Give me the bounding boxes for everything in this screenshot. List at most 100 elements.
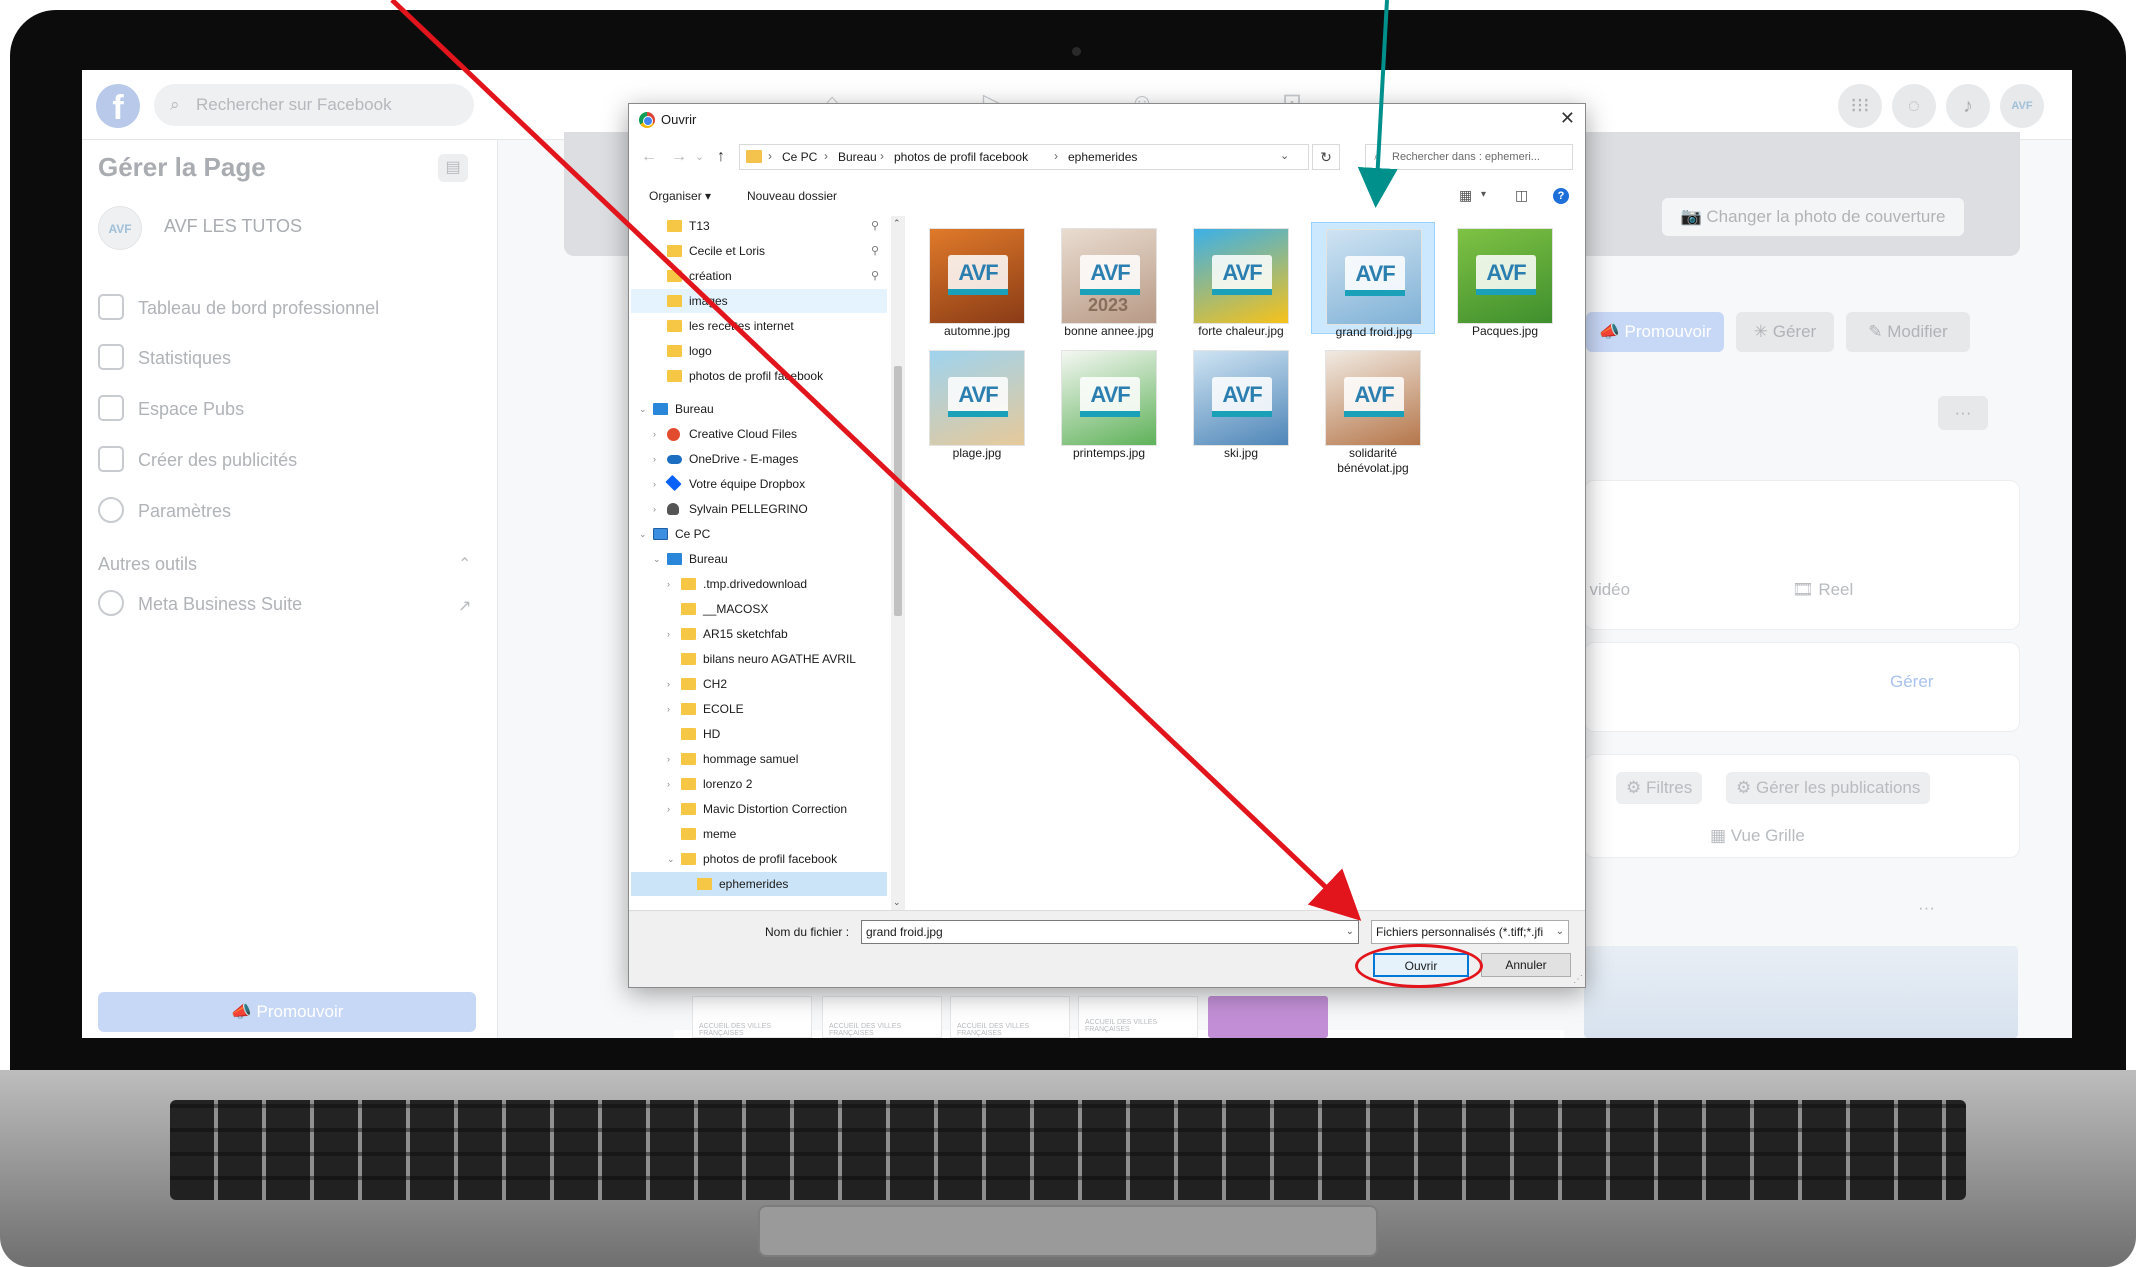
chevron-right-icon[interactable]: ›	[653, 497, 656, 521]
scroll-up-icon[interactable]: ⌃	[893, 218, 901, 229]
chevron-right-icon[interactable]: ›	[653, 422, 656, 446]
tree-item[interactable]: › .tmp.drivedownload	[631, 572, 887, 596]
file-item[interactable]: AVF Pacques.jpg	[1443, 222, 1567, 338]
tree-item[interactable]: › AR15 sketchfab	[631, 622, 887, 646]
file-item[interactable]: AVF automne.jpg	[915, 222, 1039, 338]
filters-button[interactable]: ⚙ Filtres	[1616, 772, 1703, 804]
help-icon[interactable]: ?	[1553, 188, 1569, 204]
tree-item[interactable]: › Mavic Distortion Correction	[631, 797, 887, 821]
gallery-thumb[interactable]: ACCUEIL DES VILLES FRANÇAISES	[692, 996, 812, 1038]
chevron-down-icon[interactable]: ⌄	[653, 547, 661, 571]
chevron-down-icon[interactable]: ⌄	[639, 522, 647, 546]
manage-link[interactable]: Gérer	[1890, 672, 1933, 692]
view-mode-icon[interactable]: ▦	[1459, 187, 1472, 204]
address-bar[interactable]: › Ce PC › Bureau › photos de profil face…	[739, 144, 1309, 170]
chevron-right-icon[interactable]: ›	[667, 797, 670, 821]
chevron-right-icon[interactable]: ›	[667, 747, 670, 771]
chevron-right-icon[interactable]: ›	[653, 472, 656, 496]
messenger-icon[interactable]: ◌	[1892, 84, 1936, 128]
sidebar-promote-button[interactable]: 📣 Promouvoir	[98, 992, 476, 1032]
forward-arrow-icon[interactable]: →	[671, 148, 687, 166]
promote-button[interactable]: 📣 Promouvoir	[1586, 312, 1724, 352]
up-arrow-icon[interactable]: ↑	[717, 148, 725, 166]
sidebar-item-settings[interactable]: Paramètres	[98, 491, 478, 531]
tree-item[interactable]: logo	[631, 339, 887, 363]
tree-item[interactable]: photos de profil facebook	[631, 364, 887, 388]
recent-dropdown-icon[interactable]: ⌄	[695, 150, 704, 163]
reel-button[interactable]: 🎞 Reel	[1792, 580, 1853, 600]
tree-item[interactable]: › hommage samuel	[631, 747, 887, 771]
tree-scrollbar[interactable]: ⌃ ⌄	[891, 216, 905, 910]
tree-item[interactable]: les recettes internet	[631, 314, 887, 338]
notifications-icon[interactable]: ♪	[1946, 84, 1990, 128]
grid-view-tab[interactable]: ▦ Vue Grille	[1710, 826, 1805, 846]
gallery-thumb[interactable]: ACCUEIL DES VILLES FRANÇAISES	[822, 996, 942, 1038]
sidebar-item-meta-business-suite[interactable]: Meta Business Suite	[98, 584, 478, 624]
breadcrumb-ephemerides[interactable]: ephemerides	[1068, 150, 1137, 164]
sidebar-item-create-ads[interactable]: Créer des publicités	[98, 440, 478, 480]
tree-item[interactable]: › lorenzo 2	[631, 772, 887, 796]
chevron-right-icon[interactable]: ›	[653, 447, 656, 471]
tree-item[interactable]: ⌄ photos de profil facebook	[631, 847, 887, 871]
gallery-thumb[interactable]	[1208, 996, 1328, 1038]
chevron-down-icon[interactable]: ⌄	[639, 397, 647, 421]
facebook-search-input[interactable]: ⌕ Rechercher sur Facebook	[154, 84, 474, 126]
edit-button[interactable]: ✎ Modifier	[1846, 312, 1970, 352]
file-item[interactable]: AVF printemps.jpg	[1047, 344, 1171, 460]
breadcrumb-this-pc[interactable]: Ce PC	[782, 150, 817, 164]
tree-item[interactable]: création ⚲	[631, 264, 887, 288]
file-item[interactable]: AVF plage.jpg	[915, 344, 1039, 460]
breadcrumb-bureau[interactable]: Bureau	[838, 150, 877, 164]
post-more-icon[interactable]: ···	[1918, 898, 1935, 918]
more-options-button[interactable]: ···	[1938, 396, 1988, 430]
chevron-right-icon[interactable]: ›	[667, 772, 670, 796]
manage-posts-button[interactable]: ⚙ Gérer les publications	[1726, 772, 1931, 804]
chevron-up-icon[interactable]: ⌃	[458, 554, 471, 574]
menu-grid-icon[interactable]: ⁝⁝⁝	[1838, 84, 1882, 128]
folder-search-input[interactable]: ⌕ Rechercher dans : ephemeri...	[1365, 144, 1573, 170]
close-icon[interactable]: ✕	[1560, 108, 1575, 129]
gallery-thumb[interactable]: ACCUEIL DES VILLES FRANÇAISES	[950, 996, 1070, 1038]
file-item[interactable]: AVF forte chaleur.jpg	[1179, 222, 1303, 338]
file-item[interactable]: AVF 2023 bonne annee.jpg	[1047, 222, 1171, 338]
tree-item[interactable]: › Creative Cloud Files	[631, 422, 887, 446]
cancel-button[interactable]: Annuler	[1481, 953, 1571, 977]
tree-item[interactable]: images	[631, 289, 887, 313]
new-folder-button[interactable]: Nouveau dossier	[747, 189, 837, 203]
tree-item[interactable]: HD	[631, 722, 887, 746]
tree-item[interactable]: ⌄ Ce PC	[631, 522, 887, 546]
tree-item[interactable]: ⌄ Bureau	[631, 547, 887, 571]
view-dropdown-icon[interactable]: ▾	[1481, 189, 1486, 200]
sidebar-item-dashboard[interactable]: Tableau de bord professionnel	[98, 288, 478, 328]
tree-item[interactable]: __MACOSX	[631, 597, 887, 621]
manage-button[interactable]: ✳ Gérer	[1736, 312, 1834, 352]
chevron-down-icon[interactable]: ⌄	[667, 847, 675, 871]
tree-item[interactable]: ⌄ Bureau	[631, 397, 887, 421]
sidebar-item-statistics[interactable]: Statistiques	[98, 338, 478, 378]
filetype-select[interactable]: Fichiers personnalisés (*.tiff;*.jfi ⌄	[1371, 920, 1569, 944]
tree-item[interactable]: ephemerides	[631, 872, 887, 896]
facebook-logo-icon[interactable]: f	[96, 84, 140, 128]
scroll-down-icon[interactable]: ⌄	[893, 897, 901, 908]
file-item[interactable]: AVF grand froid.jpg	[1311, 222, 1435, 339]
tree-item[interactable]: › ECOLE	[631, 697, 887, 721]
preview-pane-icon[interactable]: ◫	[1515, 187, 1528, 204]
tree-item[interactable]: › Sylvain PELLEGRINO	[631, 497, 887, 521]
tree-item[interactable]: › Votre équipe Dropbox	[631, 472, 887, 496]
chevron-right-icon[interactable]: ›	[667, 622, 670, 646]
filename-input[interactable]: grand froid.jpg ⌄	[861, 920, 1359, 944]
file-item[interactable]: AVF ski.jpg	[1179, 344, 1303, 460]
photo-video-tab[interactable]: / vidéo	[1580, 580, 1630, 600]
tree-item[interactable]: › CH2	[631, 672, 887, 696]
back-arrow-icon[interactable]: ←	[641, 148, 657, 166]
chevron-down-icon[interactable]: ⌄	[1553, 921, 1564, 943]
gallery-thumb[interactable]: ACCUEIL DES VILLES FRANÇAISES	[1078, 996, 1198, 1038]
tree-item[interactable]: T13 ⚲	[631, 216, 887, 238]
change-cover-button[interactable]: 📷 Changer la photo de couverture	[1662, 198, 1964, 236]
sidebar-item-ads-space[interactable]: Espace Pubs	[98, 389, 478, 429]
chevron-right-icon[interactable]: ›	[667, 697, 670, 721]
chevron-right-icon[interactable]: ›	[667, 672, 670, 696]
tree-item[interactable]: meme	[631, 822, 887, 846]
resize-grip-icon[interactable]: ⋰	[1573, 974, 1583, 985]
tree-item[interactable]: bilans neuro AGATHE AVRIL	[631, 647, 887, 671]
